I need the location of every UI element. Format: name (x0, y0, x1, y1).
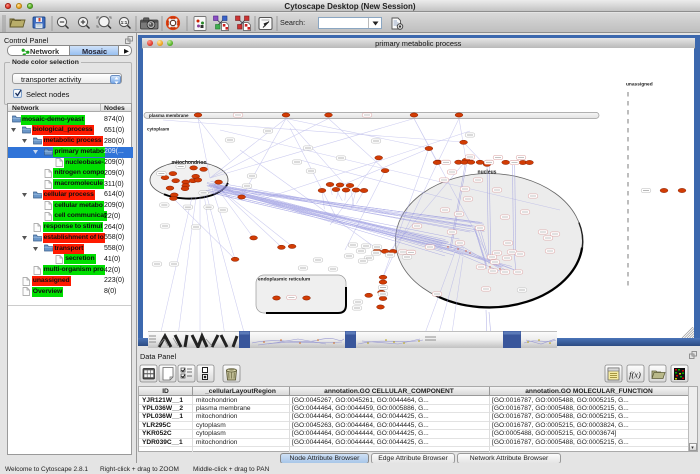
svg-text:plasma membrane: plasma membrane (149, 113, 189, 118)
svg-text:endoplasmic reticulum: endoplasmic reticulum (258, 277, 310, 283)
svg-text:mitochondrion: mitochondrion (172, 160, 207, 166)
svg-text:nucleus: nucleus (478, 170, 497, 176)
svg-text:f(x): f(x) (629, 370, 641, 380)
svg-text:unassigned: unassigned (626, 82, 653, 88)
svg-text:cytoplasm: cytoplasm (147, 127, 169, 132)
svg-text:1:1: 1:1 (121, 20, 128, 25)
